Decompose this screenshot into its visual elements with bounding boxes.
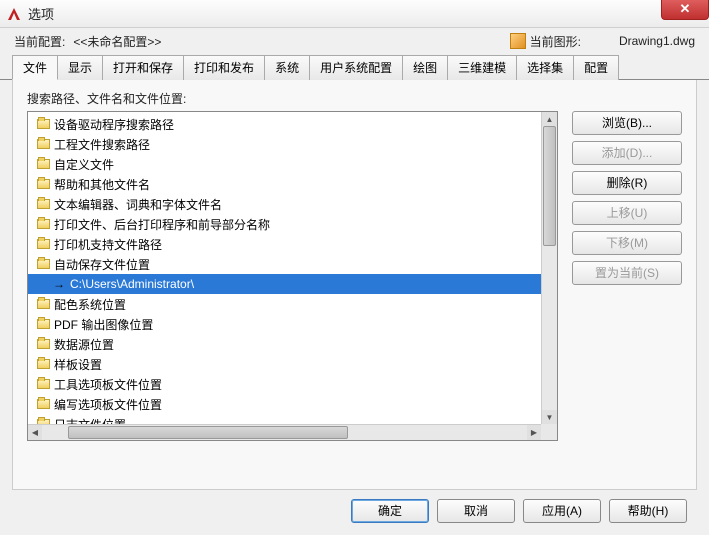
scroll-corner bbox=[541, 424, 557, 440]
info-row: 当前配置: <<未命名配置>> 当前图形: Drawing1.dwg bbox=[0, 28, 709, 54]
tab-1[interactable]: 显示 bbox=[57, 55, 103, 80]
profile-value: <<未命名配置>> bbox=[73, 33, 161, 50]
tree-folder-item[interactable]: PDF 输出图像位置 bbox=[28, 314, 557, 334]
folder-icon bbox=[36, 197, 50, 211]
tree-item-label: 自动保存文件位置 bbox=[54, 256, 150, 273]
tree-folder-item[interactable]: 编写选项板文件位置 bbox=[28, 394, 557, 414]
side-button-0[interactable]: 浏览(B)... bbox=[572, 111, 682, 135]
scroll-right-icon[interactable]: ▶ bbox=[527, 425, 541, 440]
folder-icon bbox=[36, 337, 50, 351]
tab-bar: 文件显示打开和保存打印和发布系统用户系统配置绘图三维建模选择集配置 bbox=[0, 54, 709, 80]
tree-item-label: 打印机支持文件路径 bbox=[54, 236, 162, 253]
folder-icon bbox=[36, 297, 50, 311]
tree-folder-item[interactable]: 自动保存文件位置 bbox=[28, 254, 557, 274]
tree-folder-item[interactable]: 工程文件搜索路径 bbox=[28, 134, 557, 154]
apply-button[interactable]: 应用(A) bbox=[523, 499, 601, 523]
horizontal-scrollbar[interactable]: ◀ ▶ bbox=[28, 424, 541, 440]
tree-item-label: 文本编辑器、词典和字体文件名 bbox=[54, 196, 222, 213]
drawing-icon bbox=[510, 33, 526, 49]
help-button[interactable]: 帮助(H) bbox=[609, 499, 687, 523]
side-button-4: 下移(M) bbox=[572, 231, 682, 255]
app-icon bbox=[6, 6, 22, 22]
section-label: 搜索路径、文件名和文件位置: bbox=[27, 90, 682, 107]
titlebar: 选项 ✕ bbox=[0, 0, 709, 28]
tree-folder-item[interactable]: 样板设置 bbox=[28, 354, 557, 374]
tree-item-label: 样板设置 bbox=[54, 356, 102, 373]
folder-icon bbox=[36, 137, 50, 151]
tab-4[interactable]: 系统 bbox=[264, 55, 310, 80]
scroll-thumb[interactable] bbox=[68, 426, 348, 439]
tree-item-label: 工程文件搜索路径 bbox=[54, 136, 150, 153]
side-button-2[interactable]: 删除(R) bbox=[572, 171, 682, 195]
side-button-5: 置为当前(S) bbox=[572, 261, 682, 285]
tree-folder-item[interactable]: 工具选项板文件位置 bbox=[28, 374, 557, 394]
side-button-panel: 浏览(B)... 添加(D)... 删除(R) 上移(U) 下移(M) 置为当前(S) bbox=[572, 111, 682, 441]
tree-item-label: PDF 输出图像位置 bbox=[54, 316, 153, 333]
ok-button[interactable]: 确定 bbox=[351, 499, 429, 523]
dialog-buttons: 确定 取消 应用(A) 帮助(H) bbox=[351, 499, 687, 523]
tree-item-label: 工具选项板文件位置 bbox=[54, 376, 162, 393]
tab-8[interactable]: 选择集 bbox=[516, 55, 574, 80]
folder-icon bbox=[36, 217, 50, 231]
tree-item-label: 数据源位置 bbox=[54, 336, 114, 353]
tree-folder-item[interactable]: 数据源位置 bbox=[28, 334, 557, 354]
tree-item-label: 打印文件、后台打印程序和前导部分名称 bbox=[54, 216, 270, 233]
scroll-left-icon[interactable]: ◀ bbox=[28, 425, 42, 440]
close-icon: ✕ bbox=[680, 1, 691, 17]
folder-icon bbox=[36, 397, 50, 411]
drawing-label: 当前图形: bbox=[530, 33, 581, 50]
folder-icon bbox=[36, 157, 50, 171]
tree-folder-item[interactable]: 设备驱动程序搜索路径 bbox=[28, 114, 557, 134]
folder-icon bbox=[36, 317, 50, 331]
folder-icon bbox=[36, 357, 50, 371]
folder-icon bbox=[36, 257, 50, 271]
arrow-icon bbox=[52, 277, 66, 291]
tree-item-label: 编写选项板文件位置 bbox=[54, 396, 162, 413]
tab-7[interactable]: 三维建模 bbox=[447, 55, 517, 80]
folder-icon bbox=[36, 237, 50, 251]
tree-item-label: 自定义文件 bbox=[54, 156, 114, 173]
tree-folder-item[interactable]: 文本编辑器、词典和字体文件名 bbox=[28, 194, 557, 214]
tab-9[interactable]: 配置 bbox=[573, 55, 619, 80]
tree-folder-item[interactable]: 打印机支持文件路径 bbox=[28, 234, 557, 254]
scroll-up-icon[interactable]: ▲ bbox=[542, 112, 557, 126]
folder-icon bbox=[36, 377, 50, 391]
drawing-value: Drawing1.dwg bbox=[619, 34, 695, 48]
tree-path-item[interactable]: C:\Users\Administrator\ bbox=[28, 274, 557, 294]
tree-item-label: 配色系统位置 bbox=[54, 296, 126, 313]
tree-folder-item[interactable]: 帮助和其他文件名 bbox=[28, 174, 557, 194]
side-button-3: 上移(U) bbox=[572, 201, 682, 225]
cancel-button[interactable]: 取消 bbox=[437, 499, 515, 523]
tab-2[interactable]: 打开和保存 bbox=[102, 55, 184, 80]
vertical-scrollbar[interactable]: ▲ ▼ bbox=[541, 112, 557, 424]
tree-item-label: 帮助和其他文件名 bbox=[54, 176, 150, 193]
folder-icon bbox=[36, 177, 50, 191]
scroll-thumb[interactable] bbox=[543, 126, 556, 246]
tree-folder-item[interactable]: 配色系统位置 bbox=[28, 294, 557, 314]
scroll-down-icon[interactable]: ▼ bbox=[542, 410, 557, 424]
tab-3[interactable]: 打印和发布 bbox=[183, 55, 265, 80]
tree-item-label: C:\Users\Administrator\ bbox=[70, 277, 194, 291]
folder-icon bbox=[36, 117, 50, 131]
side-button-1: 添加(D)... bbox=[572, 141, 682, 165]
tab-content-files: 搜索路径、文件名和文件位置: 设备驱动程序搜索路径工程文件搜索路径自定义文件帮助… bbox=[12, 80, 697, 490]
close-button[interactable]: ✕ bbox=[661, 0, 709, 20]
profile-label: 当前配置: bbox=[14, 33, 65, 50]
tree-folder-item[interactable]: 打印文件、后台打印程序和前导部分名称 bbox=[28, 214, 557, 234]
tree-folder-item[interactable]: 自定义文件 bbox=[28, 154, 557, 174]
window-title: 选项 bbox=[28, 4, 54, 23]
tree-item-label: 设备驱动程序搜索路径 bbox=[54, 116, 174, 133]
tab-5[interactable]: 用户系统配置 bbox=[309, 55, 403, 80]
tab-0[interactable]: 文件 bbox=[12, 55, 58, 80]
tab-6[interactable]: 绘图 bbox=[402, 55, 448, 80]
tree-view[interactable]: 设备驱动程序搜索路径工程文件搜索路径自定义文件帮助和其他文件名文本编辑器、词典和… bbox=[27, 111, 558, 441]
